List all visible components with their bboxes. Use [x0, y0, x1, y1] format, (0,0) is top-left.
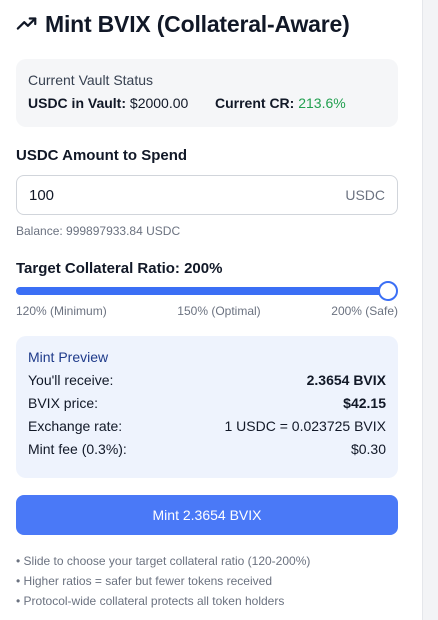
preview-row-receive: You'll receive: 2.3654 BVIX — [28, 372, 386, 388]
usdc-in-vault-value: $2000.00 — [129, 95, 189, 111]
preview-label: Mint fee (0.3%): — [28, 441, 127, 457]
collateral-ratio-label: Target Collateral Ratio: 200% — [16, 260, 223, 277]
balance-text: Balance: 999897933.84 USDC — [16, 224, 181, 238]
preview-row-fee: Mint fee (0.3%): $0.30 — [28, 441, 386, 457]
header: Mint BVIX (Collateral-Aware) — [16, 9, 350, 39]
preview-row-price: BVIX price: $42.15 — [28, 395, 386, 411]
collateral-ratio-slider-thumb[interactable] — [378, 281, 398, 301]
usdc-in-vault-label: USDC in Vault: — [28, 95, 127, 111]
vault-status-heading: Current Vault Status — [28, 72, 154, 88]
page-title: Mint BVIX (Collateral-Aware) — [45, 10, 350, 37]
tick-safe: 200% (Safe) — [331, 304, 398, 318]
slider-tick-labels: 120% (Minimum) 150% (Optimal) 200% (Safe… — [16, 304, 398, 318]
scrollbar[interactable] — [422, 0, 438, 620]
vault-status-card: Current Vault Status USDC in Vault: $200… — [16, 59, 398, 127]
usdc-amount-value[interactable]: 100 — [29, 187, 345, 204]
current-cr: Current CR: 213.6% — [215, 95, 346, 111]
preview-row-exchange-rate: Exchange rate: 1 USDC = 0.023725 BVIX — [28, 418, 386, 434]
usdc-in-vault: USDC in Vault: $2000.00 — [28, 95, 215, 111]
note-item: • Protocol-wide collateral protects all … — [16, 594, 285, 608]
preview-value: $42.15 — [343, 395, 386, 411]
help-notes: • Slide to choose your target collateral… — [16, 551, 310, 611]
current-cr-value: 213.6% — [298, 95, 346, 111]
current-cr-label: Current CR: — [215, 95, 295, 111]
preview-value: $0.30 — [350, 441, 386, 457]
vault-status-row: USDC in Vault: $2000.00 Current CR: 213.… — [28, 95, 386, 111]
trending-up-icon — [16, 17, 37, 30]
collateral-ratio-slider[interactable] — [16, 287, 390, 295]
usdc-amount-input[interactable]: 100 USDC — [16, 175, 398, 215]
preview-label: You'll receive: — [28, 372, 114, 388]
preview-value: 2.3654 BVIX — [306, 372, 386, 388]
note-item: • Higher ratios = safer but fewer tokens… — [16, 574, 272, 588]
mint-preview-card: Mint Preview You'll receive: 2.3654 BVIX… — [16, 336, 398, 478]
preview-label: BVIX price: — [28, 395, 99, 411]
amount-label: USDC Amount to Spend — [16, 147, 188, 164]
usdc-unit-label: USDC — [345, 187, 385, 203]
preview-value: 1 USDC = 0.023725 BVIX — [224, 418, 387, 434]
preview-label: Exchange rate: — [28, 418, 123, 434]
tick-optimal: 150% (Optimal) — [177, 304, 261, 318]
mint-preview-heading: Mint Preview — [28, 349, 109, 365]
note-item: • Slide to choose your target collateral… — [16, 554, 311, 568]
mint-button[interactable]: Mint 2.3654 BVIX — [16, 495, 398, 535]
tick-minimum: 120% (Minimum) — [16, 304, 107, 318]
